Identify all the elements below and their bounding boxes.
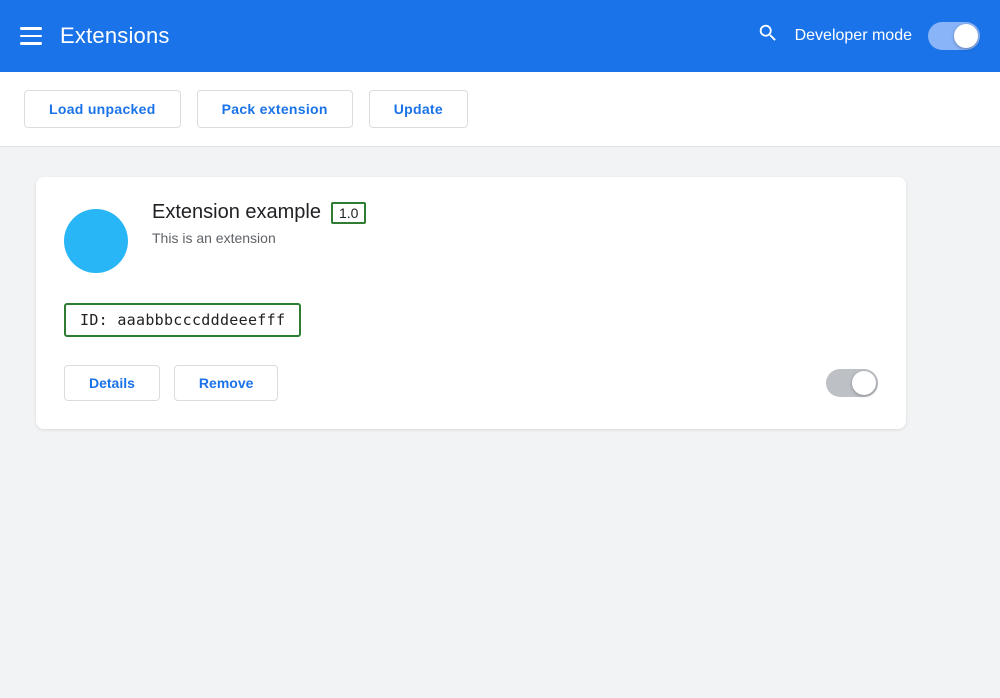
toolbar: Load unpacked Pack extension Update	[0, 72, 1000, 147]
pack-extension-button[interactable]: Pack extension	[197, 90, 353, 128]
extension-description: This is an extension	[152, 230, 878, 246]
version-badge: 1.0	[331, 202, 366, 224]
extension-card: Extension example 1.0 This is an extensi…	[36, 177, 906, 429]
card-top: Extension example 1.0 This is an extensi…	[64, 201, 878, 273]
header-left: Extensions	[20, 23, 170, 49]
extension-toggle-knob	[852, 371, 876, 395]
card-actions: Details Remove	[64, 365, 278, 401]
developer-mode-toggle[interactable]	[928, 22, 980, 50]
extension-icon	[64, 209, 128, 273]
extension-toggle[interactable]	[826, 369, 878, 397]
card-footer: Details Remove	[64, 365, 878, 401]
page-title: Extensions	[60, 23, 170, 49]
id-section: ID: aaabbbcccdddeeefff	[64, 303, 878, 337]
header: Extensions Developer mode	[0, 0, 1000, 72]
header-right: Developer mode	[757, 22, 980, 50]
search-icon[interactable]	[757, 22, 779, 50]
developer-mode-label: Developer mode	[795, 27, 912, 45]
extension-info: Extension example 1.0 This is an extensi…	[152, 201, 878, 246]
load-unpacked-button[interactable]: Load unpacked	[24, 90, 181, 128]
remove-button[interactable]: Remove	[174, 365, 278, 401]
extension-id: ID: aaabbbcccdddeeefff	[64, 303, 301, 337]
update-button[interactable]: Update	[369, 90, 468, 128]
details-button[interactable]: Details	[64, 365, 160, 401]
toggle-knob	[954, 24, 978, 48]
extension-name-row: Extension example 1.0	[152, 201, 878, 224]
main-content: Extension example 1.0 This is an extensi…	[0, 147, 1000, 459]
hamburger-menu-icon[interactable]	[20, 27, 42, 45]
extension-name: Extension example	[152, 201, 321, 224]
